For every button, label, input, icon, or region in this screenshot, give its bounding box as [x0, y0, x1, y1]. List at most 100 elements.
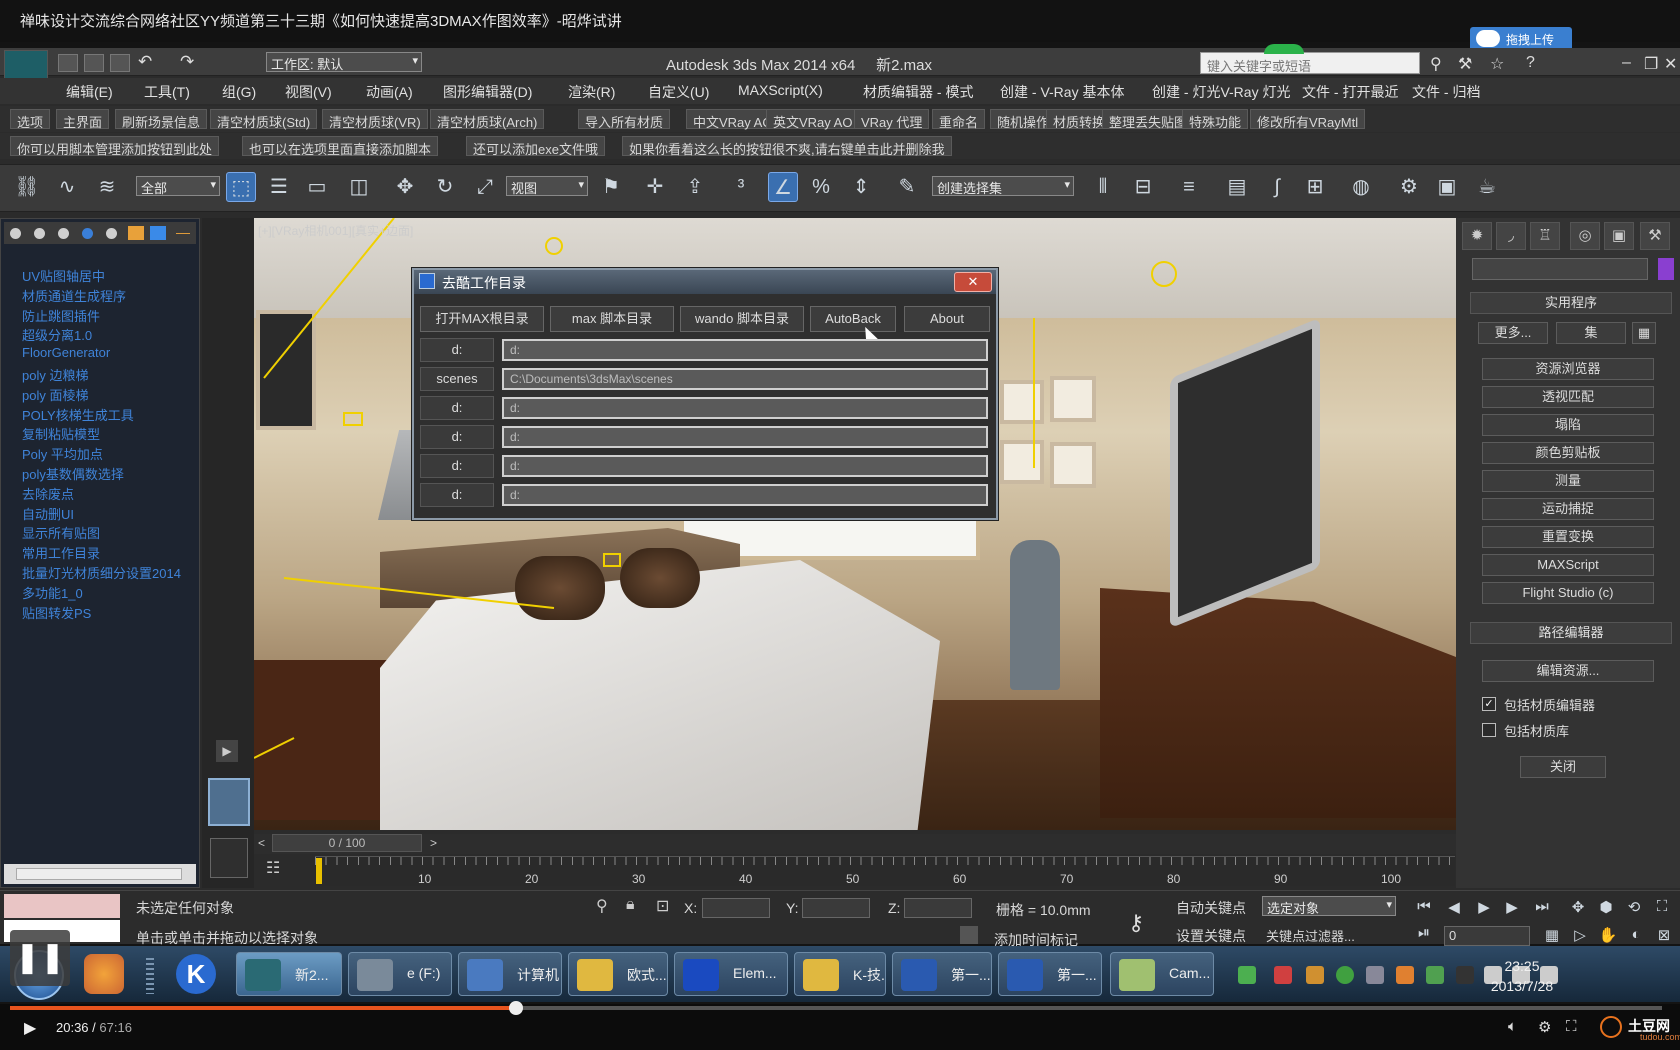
next-key-icon[interactable]: ▶ — [1500, 898, 1524, 920]
script-list-item[interactable]: 常用工作目录 — [22, 543, 202, 563]
script-list-item[interactable]: 贴图转发PS — [22, 603, 202, 623]
expand-arrow-icon[interactable]: ▶ — [216, 740, 238, 762]
set-key-button[interactable]: 设置关键点 — [1176, 926, 1246, 946]
menu-item[interactable]: MAXScript(X) — [738, 82, 823, 98]
select-object-icon[interactable]: ⬚ — [226, 172, 256, 202]
script-button[interactable]: 刷新场景信息 — [115, 109, 208, 130]
include-mat-editor-checkbox[interactable]: ✓ — [1482, 697, 1496, 711]
script-list-item[interactable]: 去除废点 — [22, 484, 202, 504]
battery-tray-icon[interactable] — [1238, 966, 1256, 984]
rect-selection-icon[interactable]: ▭ — [302, 172, 332, 202]
close-icon[interactable]: ✕ — [1664, 54, 1677, 74]
script-button[interactable]: 特殊功能 — [1182, 109, 1249, 130]
goto-end-icon[interactable]: ⏭ — [1530, 898, 1554, 920]
rendered-frame-icon[interactable]: ▣ — [1432, 172, 1462, 202]
prev-key-icon[interactable]: ◀ — [1442, 898, 1466, 920]
fullscreen-icon[interactable]: ⛶ — [1566, 1018, 1577, 1035]
maximize-viewport-icon[interactable]: ⛶ — [1650, 898, 1674, 920]
pinyin-app-icon[interactable] — [84, 954, 124, 994]
sets-button[interactable]: 集 — [1556, 322, 1626, 344]
help-icon[interactable]: ? — [1526, 54, 1535, 72]
absolute-mode-icon[interactable]: ⊡ — [656, 896, 669, 916]
snaps-toggle-icon[interactable]: ³ — [726, 172, 756, 202]
angle-snap-icon[interactable]: ∠ — [768, 172, 798, 202]
curve-editor-icon[interactable]: ∫ — [1262, 172, 1292, 202]
video-progress-knob[interactable] — [509, 1001, 523, 1015]
current-frame-input[interactable]: 0 — [1444, 926, 1530, 946]
dir-path-field[interactable]: d: — [502, 397, 988, 419]
edit-resources-button[interactable]: 编辑资源... — [1482, 660, 1654, 682]
clock[interactable]: 23:25 2013/7/28 — [1474, 956, 1570, 996]
script-button[interactable]: 还可以添加exe文件哦 — [466, 136, 605, 157]
pivot-icon[interactable]: ⚑ — [596, 172, 626, 202]
wrench-icon[interactable] — [150, 226, 166, 240]
menu-item[interactable]: 视图(V) — [285, 82, 332, 102]
menu-item[interactable]: 自定义(U) — [648, 82, 709, 102]
script-button[interactable]: 如果你看着这么长的按钮很不爽,请右键单击此并删除我 — [622, 136, 952, 157]
link-icon[interactable]: ⛓ — [12, 172, 42, 202]
taskbar-task[interactable]: Elem... — [674, 952, 788, 996]
select-manipulate-icon[interactable]: ✛ — [640, 172, 670, 202]
utility-button[interactable]: 透视匹配 — [1482, 386, 1654, 408]
utility-button[interactable]: 塌陷 — [1482, 414, 1654, 436]
menu-item[interactable]: 编辑(E) — [66, 82, 113, 102]
utility-button[interactable]: 测量 — [1482, 470, 1654, 492]
script-button[interactable]: 修改所有VRayMtl — [1250, 109, 1366, 130]
flag-tray-icon[interactable] — [1274, 966, 1292, 984]
panel-dot-icon[interactable] — [82, 228, 93, 239]
script-button[interactable]: 整理丢失贴图 — [1102, 109, 1195, 130]
dir-path-field[interactable]: d: — [502, 426, 988, 448]
minimize-panel-icon[interactable]: — — [176, 224, 190, 240]
mirror-icon[interactable]: ⫴ — [1088, 172, 1118, 202]
script-list-item[interactable]: 自动删UI — [22, 504, 202, 524]
play-icon[interactable]: ▶ — [1472, 898, 1496, 920]
star-icon[interactable]: ☆ — [1490, 54, 1504, 74]
dir-row-button[interactable]: d: — [420, 483, 494, 507]
path-editor-section[interactable]: 路径编辑器 — [1470, 622, 1672, 644]
taskbar-task[interactable]: 欧式... — [568, 952, 668, 996]
script-list-item[interactable]: 批量灯光材质细分设置2014 — [22, 563, 202, 583]
script-list-item[interactable]: 防止跳图插件 — [22, 306, 202, 326]
dir-path-field[interactable]: d: — [502, 455, 988, 477]
script-list-item[interactable]: POLY核梯生成工具 — [22, 405, 202, 425]
z-coord-input[interactable] — [904, 898, 972, 918]
360-tray-icon[interactable] — [1336, 966, 1354, 984]
select-by-name-icon[interactable]: ☰ — [264, 172, 294, 202]
search-input[interactable]: 键入关键字或短语 — [1200, 52, 1420, 74]
utilities-section[interactable]: 实用程序 — [1470, 292, 1672, 314]
utility-button[interactable]: MAXScript — [1482, 554, 1654, 576]
about-button[interactable]: About — [904, 306, 990, 332]
script-list-item[interactable]: 材质通道生成程序 — [22, 286, 202, 306]
modify-tab-icon[interactable]: ◞ — [1496, 222, 1526, 250]
pan-icon[interactable]: ✋ — [1596, 926, 1620, 948]
y-coord-input[interactable] — [802, 898, 870, 918]
dir-path-field[interactable]: d: — [502, 339, 988, 361]
spinner-snap-icon[interactable]: ⇕ — [846, 172, 876, 202]
taskbar-task[interactable]: e (F:) — [348, 952, 452, 996]
open-max-root-button[interactable]: 打开MAX根目录 — [420, 306, 544, 332]
viewport-grid-icon[interactable] — [210, 838, 248, 878]
unlink-icon[interactable]: ∿ — [52, 172, 82, 202]
include-mat-library-checkbox[interactable] — [1482, 723, 1496, 737]
goto-start-icon[interactable]: ⏮ — [1412, 898, 1436, 920]
viewport-label[interactable]: [+][VRay相机001][真实+边面] — [258, 222, 413, 239]
menu-item[interactable]: 创建 - V-Ray 基本体 — [1000, 82, 1124, 102]
dir-path-field[interactable]: d: — [502, 484, 988, 506]
script-list-item[interactable]: 复制粘贴模型 — [22, 424, 202, 444]
bind-spacewarp-icon[interactable]: ≋ — [92, 172, 122, 202]
key-mode-icon[interactable]: ⏯ — [1412, 924, 1436, 946]
script-list-item[interactable]: poly基数偶数选择 — [22, 464, 202, 484]
utility-button[interactable]: 重置变换 — [1482, 526, 1654, 548]
script-button[interactable]: 导入所有材质 — [578, 109, 671, 130]
more-button[interactable]: 更多... — [1478, 322, 1548, 344]
material-editor-icon[interactable]: ◍ — [1346, 172, 1376, 202]
display-tab-icon[interactable]: ▣ — [1604, 222, 1634, 250]
menu-item[interactable]: 图形编辑器(D) — [443, 82, 532, 102]
minimize-icon[interactable]: – — [1622, 54, 1631, 72]
autoback-button[interactable]: AutoBack — [810, 306, 896, 332]
pause-overlay-icon[interactable]: ❚❚ — [10, 930, 70, 986]
edit-named-sets-icon[interactable]: ✎ — [892, 172, 922, 202]
time-slider[interactable]: 0 / 100 — [272, 834, 422, 852]
script-list-item[interactable]: poly 边粮梯 — [22, 365, 202, 385]
panel-dot-icon[interactable] — [106, 228, 117, 239]
